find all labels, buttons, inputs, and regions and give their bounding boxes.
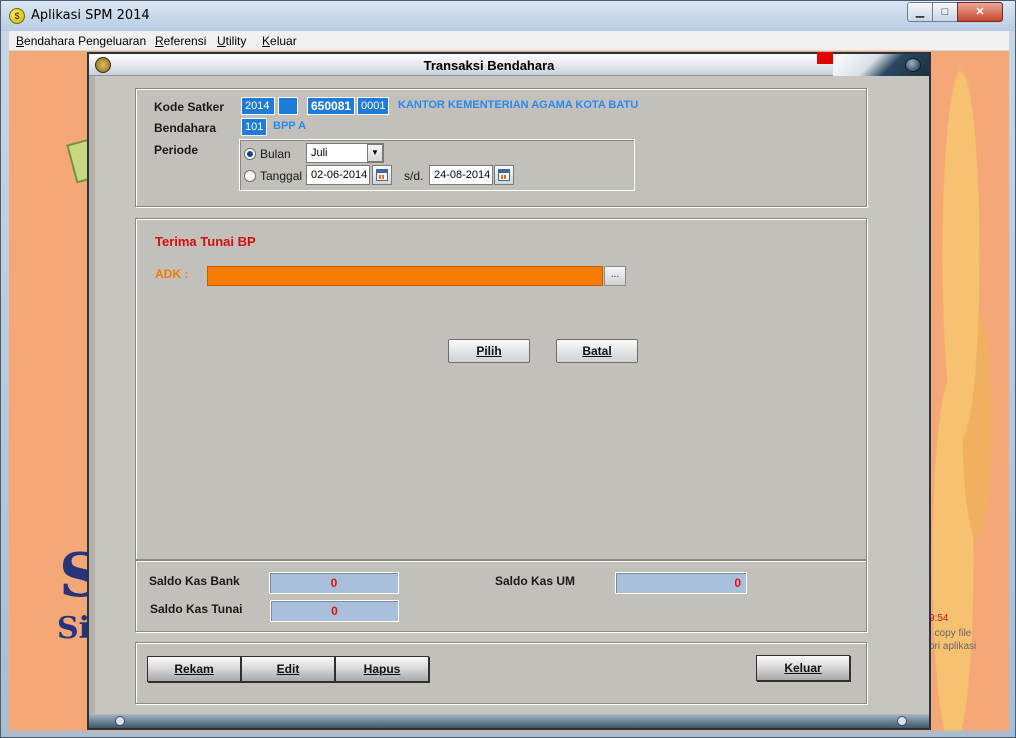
kode-satker-year: 2014: [241, 97, 275, 115]
bottom-knob-icon: [897, 716, 907, 726]
dialog-title-bar[interactable]: Transaksi Bendahara: [89, 52, 929, 76]
periode-group: Bulan Juli ▼ Tanggal 02-06-2014 s/d. 24-…: [239, 139, 635, 191]
footer-panel: Rekam Edit Hapus Keluar: [135, 642, 867, 704]
edit-button[interactable]: Edit: [241, 656, 335, 682]
app-logo-icon: $: [9, 8, 25, 24]
kode-satker-blank: [278, 97, 298, 115]
window-title: Aplikasi SPM 2014: [31, 8, 150, 23]
menu-referensi[interactable]: Referensi: [155, 34, 206, 48]
saldo-kas-tunai-value: 0: [270, 600, 399, 622]
main-panel: Terima Tunai BP ADK : ... Pilih Batal: [135, 218, 867, 560]
menu-bendahara-pengeluaran[interactable]: Bendahara Pengeluaran: [16, 34, 146, 48]
header-panel: Kode Satker 2014 650081 0001 KANTOR KEME…: [135, 88, 867, 207]
calendar-from-button[interactable]: [372, 165, 392, 185]
rekam-button[interactable]: Rekam: [147, 656, 241, 682]
tanggal-label: Tanggal: [260, 169, 303, 183]
dialog-title: Transaksi Bendahara: [423, 58, 555, 73]
transaksi-dialog: Transaksi Bendahara Kode Satker 2014 650…: [87, 52, 931, 730]
saldo-kas-um-label: Saldo Kas UM: [495, 574, 576, 588]
saldo-kas-bank-value: 0: [269, 572, 399, 594]
keluar-button[interactable]: Keluar: [756, 655, 850, 681]
chevron-down-icon[interactable]: ▼: [367, 144, 383, 162]
minimize-button[interactable]: ▁: [907, 2, 933, 22]
bendahara-code: 101: [241, 118, 267, 136]
hapus-button[interactable]: Hapus: [335, 656, 429, 682]
saldo-kas-um-value: 0: [615, 572, 747, 594]
dialog-close-orb-icon[interactable]: [905, 58, 921, 72]
background-ornament-left: S Si: [9, 51, 102, 731]
bulan-label: Bulan: [260, 147, 291, 161]
periode-label: Periode: [154, 143, 199, 157]
kode-satker-sub: 0001: [357, 97, 389, 115]
sd-label: s/d.: [404, 169, 424, 183]
background-note: 9:54: [929, 613, 949, 624]
saldo-panel: Saldo Kas Bank 0 Saldo Kas UM 0 Saldo Ka…: [135, 560, 867, 632]
dialog-bottom-bar: [89, 714, 929, 728]
adk-input[interactable]: [207, 266, 603, 286]
satker-name: KANTOR KEMENTERIAN AGAMA KOTA BATU: [398, 99, 639, 111]
kode-satker-code: 650081: [307, 97, 355, 115]
bulan-radio[interactable]: [244, 148, 256, 160]
maximize-button[interactable]: □: [932, 2, 958, 22]
background-note: , copy file: [929, 628, 972, 639]
menu-utility[interactable]: Utility: [217, 34, 246, 48]
kode-satker-label: Kode Satker: [154, 100, 225, 114]
batal-button[interactable]: Batal: [556, 339, 638, 363]
calendar-icon: [376, 169, 388, 181]
bendahara-name: BPP A: [273, 120, 307, 132]
pilih-button[interactable]: Pilih: [448, 339, 530, 363]
calendar-icon: [498, 169, 510, 181]
calendar-to-button[interactable]: [494, 165, 514, 185]
tanggal-to-input[interactable]: 24-08-2014: [429, 165, 493, 185]
title-bar[interactable]: $ Aplikasi SPM 2014 ▁ □ ✕: [1, 1, 1015, 31]
close-button[interactable]: ✕: [957, 2, 1003, 22]
dialog-side-border: [89, 76, 95, 716]
adk-browse-button[interactable]: ...: [604, 266, 626, 286]
red-marker-icon: [817, 52, 833, 64]
menu-bar: Bendahara Pengeluaran Referensi Utility …: [9, 31, 1009, 51]
tanggal-from-input[interactable]: 02-06-2014: [306, 165, 370, 185]
tanggal-radio[interactable]: [244, 170, 256, 182]
section-title: Terima Tunai BP: [155, 234, 256, 249]
adk-label: ADK :: [155, 267, 189, 281]
bendahara-label: Bendahara: [154, 121, 217, 135]
saldo-kas-bank-label: Saldo Kas Bank: [149, 574, 240, 588]
app-window: $ Aplikasi SPM 2014 ▁ □ ✕ Bendahara Peng…: [0, 0, 1016, 738]
bottom-knob-icon: [115, 716, 125, 726]
background-note: ori aplikasi: [929, 641, 977, 652]
saldo-kas-tunai-label: Saldo Kas Tunai: [150, 602, 243, 616]
menu-keluar[interactable]: Keluar: [262, 34, 297, 48]
